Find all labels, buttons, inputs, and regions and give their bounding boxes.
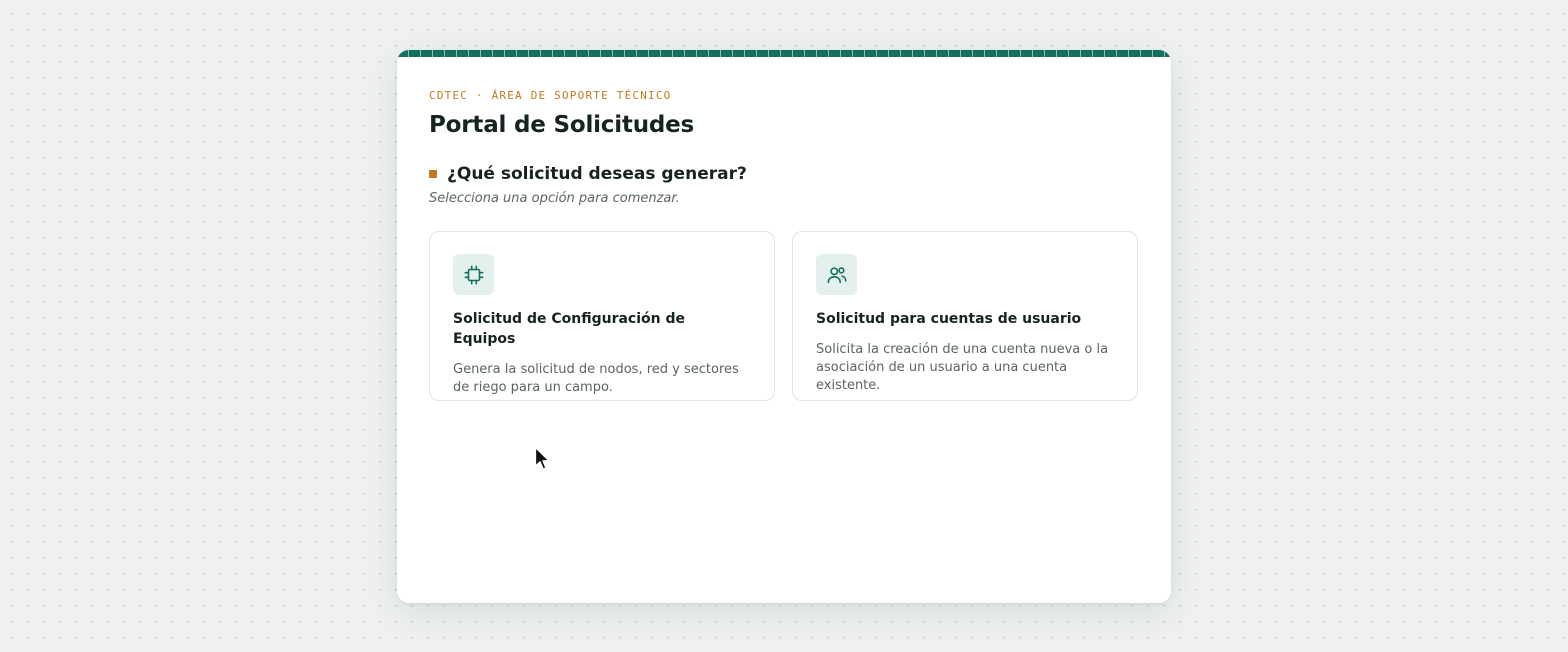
request-options: Solicitud de Configuración de Equipos Ge… xyxy=(429,231,1139,401)
square-bullet-icon xyxy=(429,170,437,178)
department-label: CDTEC · ÁREA DE SOPORTE TÉCNICO xyxy=(429,89,672,102)
users-icon xyxy=(816,254,857,295)
option-description: Solicita la creación de una cuenta nueva… xyxy=(816,342,1109,393)
question-text: ¿Qué solicitud deseas generar? xyxy=(447,164,747,184)
option-equipment-configuration[interactable]: Solicitud de Configuración de Equipos Ge… xyxy=(429,231,775,401)
question-heading: ¿Qué solicitud deseas generar? xyxy=(429,162,1139,186)
option-title: Solicitud para cuentas de usuario xyxy=(816,311,1082,327)
page-title: Portal de Solicitudes xyxy=(429,112,695,138)
option-title: Solicitud de Configuración de Equipos xyxy=(453,311,685,347)
panel-content: CDTEC · ÁREA DE SOPORTE TÉCNICO Portal d… xyxy=(429,88,1139,401)
instruction-text: Selecciona una opción para comenzar. xyxy=(429,191,680,206)
request-portal-panel: CDTEC · ÁREA DE SOPORTE TÉCNICO Portal d… xyxy=(397,50,1171,603)
chip-icon xyxy=(453,254,494,295)
option-description: Genera la solicitud de nodos, red y sect… xyxy=(453,362,739,395)
option-user-accounts[interactable]: Solicitud para cuentas de usuario Solici… xyxy=(792,231,1138,401)
panel-top-strip xyxy=(397,50,1171,57)
